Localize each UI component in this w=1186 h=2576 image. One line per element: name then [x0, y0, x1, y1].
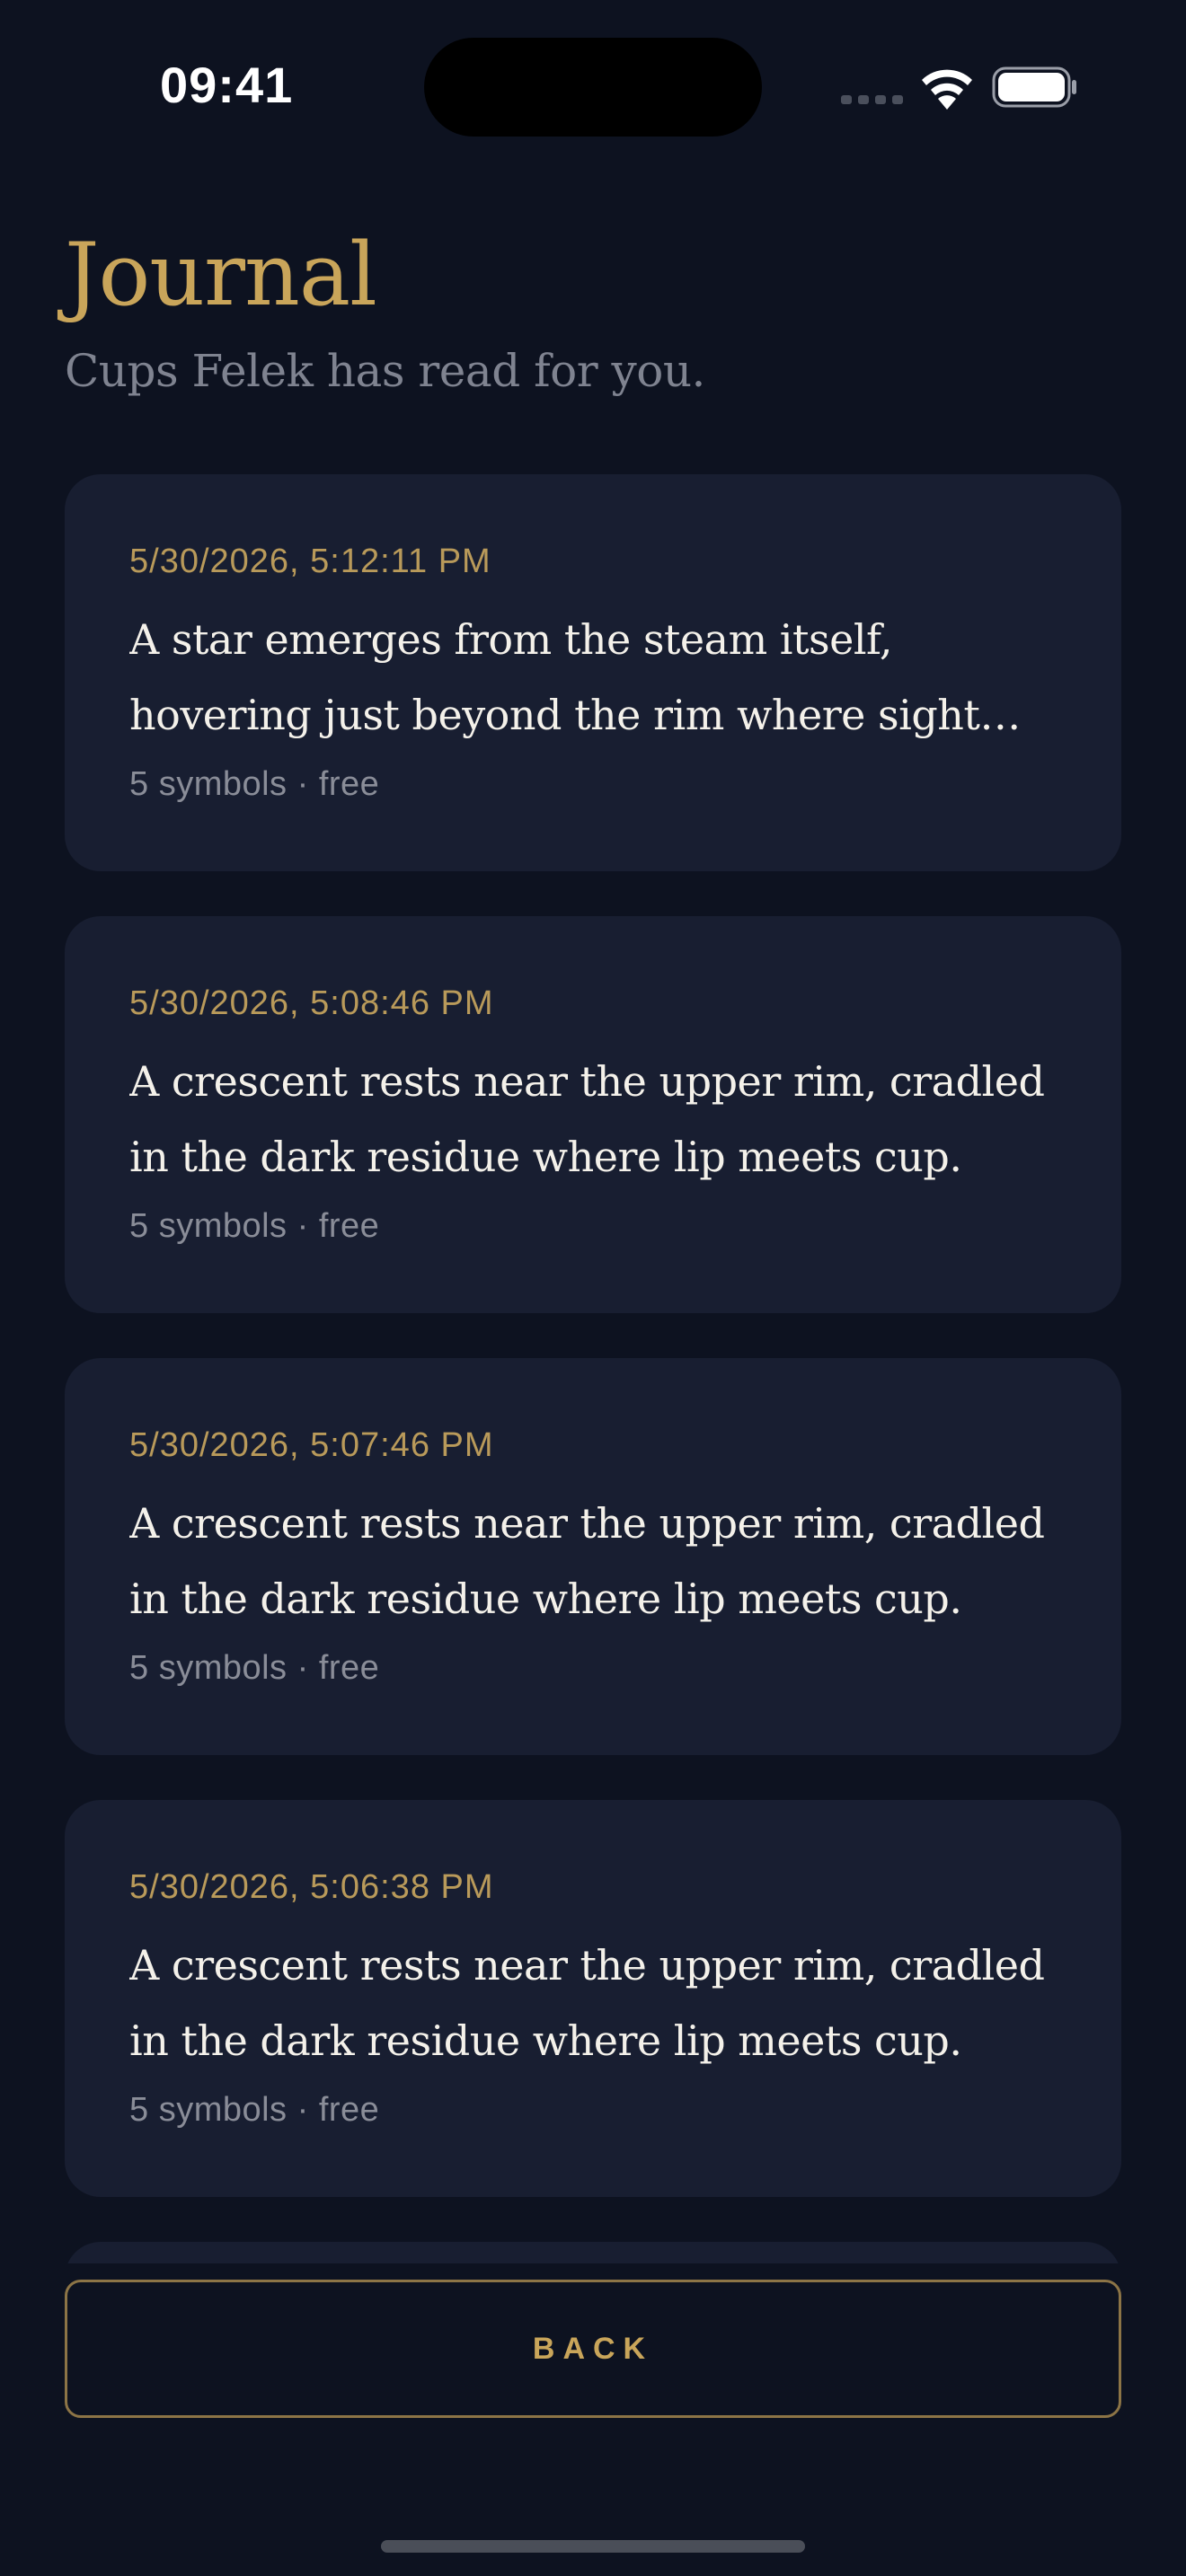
status-time: 09:41	[160, 57, 294, 113]
entry-preview-text: A star emerges from the steam itself, ho…	[129, 615, 980, 739]
status-bar: 09:41	[0, 0, 1186, 171]
journal-entry-card[interactable]: 5/30/2026, 5:07:46 PM A crescent rests n…	[65, 1358, 1121, 1755]
home-indicator[interactable]	[381, 2540, 805, 2553]
entry-meta: 5 symbols · free	[129, 1207, 380, 1245]
dynamic-island	[424, 38, 762, 137]
entry-preview-text: A crescent rests near the upper rim, cra…	[129, 1941, 1045, 2065]
entry-date: 5/30/2026, 5:06:38 PM	[129, 1868, 494, 1906]
entry-preview-text: A crescent rests near the upper rim, cra…	[129, 1499, 1045, 1623]
entry-date: 5/30/2026, 5:08:46 PM	[129, 984, 494, 1022]
entry-date: 5/30/2026, 5:07:46 PM	[129, 1426, 494, 1464]
entry-meta: 5 symbols · free	[129, 2091, 380, 2129]
signal-icon	[841, 95, 903, 104]
journal-entry-card[interactable]: 5/30/2026, 5:08:46 PM A crescent rests n…	[65, 916, 1121, 1313]
page-title: Journal	[65, 225, 377, 325]
journal-entry-card[interactable]: 5/30/2026, 5:12:11 PM A star emerges fro…	[65, 474, 1121, 871]
journal-entry-card[interactable]: 5/30/2026, 5:06:38 PM A crescent rests n…	[65, 1800, 1121, 2197]
wifi-icon	[922, 69, 972, 110]
battery-icon	[992, 66, 1076, 108]
entry-preview-text: A crescent rests near the upper rim, cra…	[129, 1057, 1045, 1181]
entry-date: 5/30/2026, 5:12:11 PM	[129, 543, 491, 580]
back-button[interactable]: BACK	[65, 2280, 1121, 2418]
entry-meta: 5 symbols · free	[129, 765, 380, 803]
page-subtitle: Cups Felek has read for you.	[65, 345, 705, 397]
entry-meta: 5 symbols · free	[129, 1649, 380, 1687]
back-button-label: BACK	[532, 2331, 654, 2366]
